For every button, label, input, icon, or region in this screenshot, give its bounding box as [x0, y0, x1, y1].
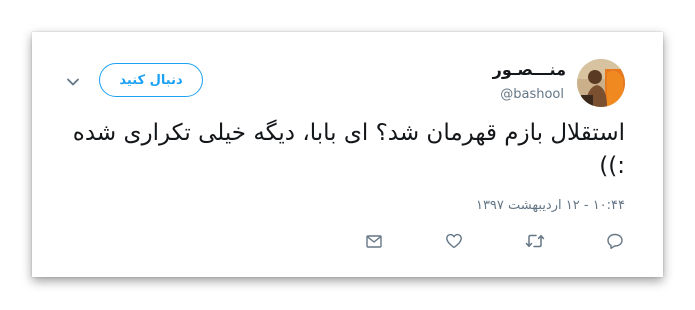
follow-button[interactable]: دنبال کنید	[99, 63, 203, 97]
tweet-text: استقلال بازم قهرمان شد؟ ای بابا، دیگه خی…	[72, 120, 625, 179]
reply-icon[interactable]	[604, 230, 626, 252]
envelope-icon[interactable]	[363, 230, 385, 252]
retweet-icon[interactable]	[524, 230, 546, 252]
avatar-image	[577, 59, 625, 107]
display-name[interactable]: منـــصـور	[493, 60, 566, 79]
avatar[interactable]	[577, 59, 625, 107]
chevron-down-icon[interactable]	[66, 74, 80, 88]
user-handle[interactable]: @bashool	[500, 87, 564, 102]
tweet-timestamp[interactable]: ۱۰:۴۴ - ۱۲ اردیبهشت ۱۳۹۷	[476, 198, 625, 213]
heart-icon[interactable]	[443, 230, 465, 252]
tweet-card: منـــصـور @bashool دنبال کنید استقلال با…	[32, 32, 663, 277]
